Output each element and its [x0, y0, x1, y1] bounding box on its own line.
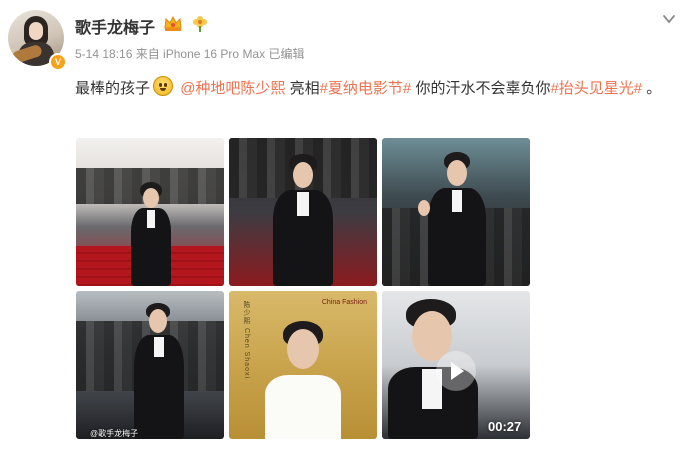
photo-watermark: @歌手龙梅子 — [90, 429, 139, 438]
play-icon[interactable] — [436, 351, 476, 391]
post-photo-2[interactable] — [229, 138, 377, 286]
post-meta: 5-14 18:16 来自 iPhone 16 Pro Max 已编辑 — [75, 47, 305, 61]
post-photo-1[interactable] — [76, 138, 224, 286]
post-text-suffix: 。 — [642, 80, 662, 97]
post-photo-5-poster[interactable]: China Fashion 陈少熙 Chen Shaoxi — [229, 291, 377, 439]
chevron-down-icon[interactable] — [662, 12, 676, 26]
avatar-face — [29, 22, 43, 40]
poster-brand: China Fashion — [321, 299, 367, 306]
crying-face-emoji-icon — [153, 76, 174, 96]
post-text: 最棒的孩子 @种地吧陈少熙 亮相#夏纳电影节# 你的汗水不会辜负你#抬头见星光#… — [75, 76, 675, 101]
post-text-mid2: 你的汗水不会辜负你 — [411, 80, 551, 97]
username[interactable]: 歌手龙梅子 — [75, 14, 155, 38]
crown-badge-icon — [164, 15, 182, 31]
flower-badge-icon — [193, 16, 207, 32]
post-text-mid1: 亮相 — [285, 80, 320, 97]
mention-link[interactable]: @种地吧陈少熙 — [180, 80, 285, 97]
topic-link-stars[interactable]: #抬头见星光# — [550, 80, 642, 97]
verified-badge-icon: V — [49, 53, 67, 71]
post-text-prefix: 最棒的孩子 — [75, 80, 151, 97]
poster-vertical-text: 陈少熙 Chen Shaoxi — [243, 301, 250, 380]
post-photo-3[interactable] — [382, 138, 530, 286]
post-photo-4[interactable] — [76, 291, 224, 439]
waving-hand — [418, 200, 430, 216]
video-duration: 00:27 — [488, 419, 522, 434]
topic-link-cannes[interactable]: #夏纳电影节# — [320, 80, 412, 97]
